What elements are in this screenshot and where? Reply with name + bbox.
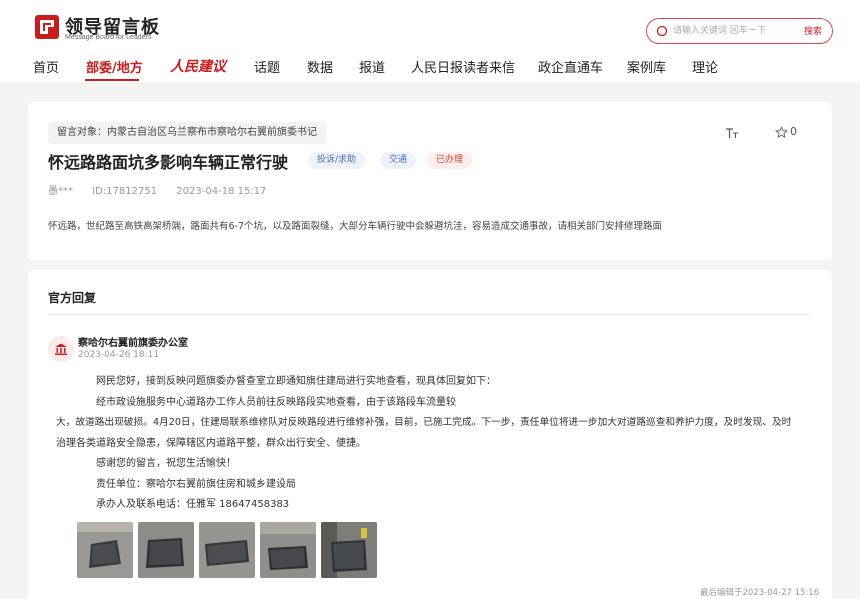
nav-case-library[interactable]: 案例库 — [627, 57, 666, 76]
nav-gov-enterprise[interactable]: 政企直通车 — [538, 57, 603, 76]
nav-readers-letters[interactable]: 人民日报读者来信 — [411, 57, 515, 76]
nav-active-underline — [85, 79, 139, 81]
reply-line: 承办人及联系电话：任雅军 18647458383 — [96, 499, 290, 510]
nav-ministries-local[interactable]: 部委/地方 — [86, 57, 143, 76]
status-badge: 已办理 — [427, 152, 473, 169]
reply-photo[interactable] — [260, 522, 316, 578]
reply-org-name: 察哈尔右翼前旗委办公室 — [78, 338, 188, 349]
last-edited: 最后编辑于2023-04-27 15:16 — [700, 588, 820, 598]
nav-reports[interactable]: 报道 — [359, 57, 385, 76]
search-box: 搜索 — [646, 18, 833, 44]
government-building-icon — [55, 343, 67, 355]
star-icon — [775, 126, 788, 139]
reply-line: 经市政设施服务中心道路办工作人员前往反映路段实地查看，由于该路段车流量较 — [96, 396, 456, 408]
reply-heading: 官方回复 — [48, 291, 97, 305]
message-author: 愚*** — [48, 186, 73, 197]
site-logo[interactable]: 领导留言板 Message Board for Leaders — [34, 14, 164, 42]
nav-people-suggestions[interactable]: 人民建议 — [170, 56, 226, 76]
reply-line: 治理各类道路安全隐患，保障辖区内道路平整，群众出行安全、便捷。 — [56, 437, 366, 449]
message-target: 留言对象：内蒙古自治区乌兰察布市察哈尔右翼前旗委书记 — [48, 122, 326, 144]
search-input[interactable] — [673, 23, 783, 39]
nav-data[interactable]: 数据 — [307, 57, 333, 76]
reply-body: 网民您好，接到反映问题旗委办督查室立即通知旗住建局进行实地查看，现具体回复如下：… — [56, 372, 816, 516]
favorite-count: 0 — [790, 125, 797, 138]
reply-card: 官方回复 察哈尔右翼前旗委办公室 2023-04-26 18:11 网民您好，接… — [28, 270, 832, 599]
tag-domain: 交通 — [380, 152, 417, 169]
reply-photo[interactable] — [77, 522, 133, 578]
divider — [48, 314, 812, 315]
logo-subtitle: Message Board for Leaders — [65, 34, 152, 41]
message-meta: 愚*** ID:17812751 2023-04-18 15:17 — [48, 182, 282, 197]
top-bar: 领导留言板 Message Board for Leaders 搜索 首页 部委… — [0, 0, 860, 84]
nav-home[interactable]: 首页 — [33, 57, 59, 76]
reply-line: 感谢您的留言，祝您生活愉快！ — [96, 458, 236, 469]
reply-photo[interactable] — [138, 522, 194, 578]
reply-line: 责任单位：察哈尔右翼前旗住房和城乡建设局 — [96, 478, 296, 490]
message-card: 留言对象：内蒙古自治区乌兰察布市察哈尔右翼前旗委书记 0 怀远路路面坑多影响车辆… — [28, 102, 832, 261]
logo-mark-icon — [35, 15, 59, 39]
reply-line: 大，故道路出现破损。4月20日，住建局联系维修队对反映路段进行维修补强，目前，已… — [56, 417, 792, 428]
avatar — [48, 336, 74, 362]
nav-theory[interactable]: 理论 — [692, 57, 718, 76]
reply-line: 网民您好，接到反映问题旗委办督查室立即通知旗住建局进行实地查看，现具体回复如下： — [96, 376, 496, 387]
reply-time: 2023-04-26 18:11 — [78, 350, 160, 360]
search-icon — [656, 25, 668, 37]
message-content: 怀远路，世纪路至高铁高架桥端，路面共有6-7个坑，以及路面裂缝，大部分车辆行驶中… — [48, 221, 663, 232]
message-id: ID:17812751 — [92, 186, 158, 197]
reply-photo[interactable] — [321, 522, 377, 578]
nav-topics[interactable]: 话题 — [254, 57, 280, 76]
message-time: 2023-04-18 15:17 — [176, 186, 267, 197]
reply-photo[interactable] — [199, 522, 255, 578]
search-button[interactable]: 搜索 — [804, 24, 822, 37]
message-title: 怀远路路面坑多影响车辆正常行驶 — [48, 153, 289, 172]
main-nav: 首页 部委/地方 人民建议 话题 数据 报道 人民日报读者来信 政企直通车 案例… — [0, 55, 860, 83]
font-size-icon[interactable] — [725, 126, 739, 140]
tag-type: 投诉/求助 — [308, 152, 366, 169]
